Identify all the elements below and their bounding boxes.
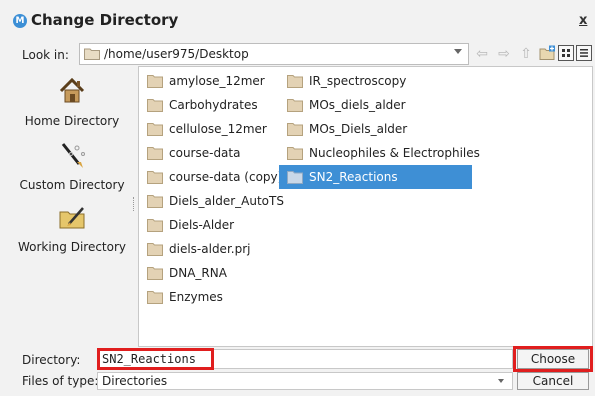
files-of-type-label: Files of type: (22, 374, 99, 388)
list-item[interactable]: DNA_RNA (143, 261, 227, 285)
folder-icon (147, 171, 163, 184)
splitter-handle[interactable] (133, 197, 135, 211)
folder-icon (147, 291, 163, 304)
list-item[interactable]: course-data (143, 141, 240, 165)
sidebar-item-label: Home Directory (24, 114, 120, 128)
folder-icon (147, 243, 163, 256)
custom-directory-icon (61, 143, 85, 168)
list-item[interactable]: course-data (copy) (143, 165, 282, 189)
files-of-type-combo[interactable]: Directories (97, 372, 513, 390)
list-item[interactable]: Diels-Alder (143, 213, 234, 237)
folder-icon (147, 123, 163, 136)
list-item[interactable]: Enzymes (143, 285, 223, 309)
folder-icon (147, 267, 163, 280)
directory-input[interactable]: SN2_Reactions (97, 349, 513, 369)
sidebar-item-label: Custom Directory (19, 178, 125, 192)
folder-icon (147, 195, 163, 208)
sidebar-item-home-directory[interactable]: Home Directory (10, 76, 134, 128)
list-item[interactable]: Diels_alder_AutoTS (143, 189, 284, 213)
folder-icon (287, 171, 303, 184)
look-in-combo[interactable]: /home/user975/Desktop (79, 43, 469, 65)
sidebar: Home Directory Custom Directory Working … (10, 66, 134, 346)
sidebar-item-custom-directory[interactable]: Custom Directory (10, 140, 134, 192)
up-folder-icon[interactable]: ⇧ (517, 44, 535, 64)
folder-icon (287, 75, 303, 88)
new-folder-icon[interactable] (539, 45, 556, 61)
list-item[interactable]: IR_spectroscopy (283, 69, 406, 93)
chevron-down-icon[interactable] (454, 49, 462, 54)
list-item[interactable]: MOs_diels_alder (283, 93, 406, 117)
choose-label: Choose (530, 352, 576, 366)
back-icon[interactable]: ⇦ (473, 44, 491, 64)
change-directory-dialog: M Change Directory x Look in: /home/user… (0, 0, 595, 396)
file-list[interactable]: amylose_12mer Carbohydrates cellulose_12… (138, 66, 593, 347)
list-item[interactable]: amylose_12mer (143, 69, 265, 93)
folder-icon (287, 123, 303, 136)
home-icon (59, 77, 85, 103)
files-of-type-value: Directories (102, 374, 168, 388)
look-in-path: /home/user975/Desktop (104, 47, 249, 61)
app-logo-icon: M (13, 14, 27, 28)
folder-icon (147, 219, 163, 232)
folder-icon (287, 99, 303, 112)
list-item[interactable]: diels-alder.prj (143, 237, 250, 261)
folder-icon (147, 99, 163, 112)
details-view-icon[interactable] (576, 45, 592, 61)
folder-icon (287, 147, 303, 160)
cancel-label: Cancel (532, 374, 574, 388)
choose-button[interactable]: Choose (517, 349, 589, 369)
sidebar-item-working-directory[interactable]: Working Directory (10, 202, 134, 254)
grid-icon (562, 49, 570, 57)
list-item[interactable]: Nucleophiles & Electrophiles (283, 141, 480, 165)
list-item[interactable]: Carbohydrates (143, 93, 258, 117)
folder-icon (147, 75, 163, 88)
close-button[interactable]: x (579, 13, 587, 28)
list-item-selected[interactable]: SN2_Reactions (279, 165, 472, 189)
forward-icon[interactable]: ⇨ (495, 44, 513, 64)
list-item[interactable]: MOs_Diels_alder (283, 117, 407, 141)
cancel-button[interactable]: Cancel (517, 372, 589, 390)
chevron-down-icon[interactable] (498, 379, 504, 383)
look-in-label: Look in: (22, 48, 69, 62)
list-item[interactable]: cellulose_12mer (143, 117, 267, 141)
folder-icon (147, 147, 163, 160)
sidebar-item-label: Working Directory (17, 240, 127, 254)
list-view-icon[interactable] (558, 45, 574, 61)
dialog-title: Change Directory (31, 11, 179, 29)
folder-icon (84, 48, 100, 60)
details-icon (580, 49, 588, 57)
title-bar: M Change Directory x (0, 0, 595, 38)
working-directory-icon (59, 207, 85, 229)
directory-label: Directory: (22, 353, 81, 367)
